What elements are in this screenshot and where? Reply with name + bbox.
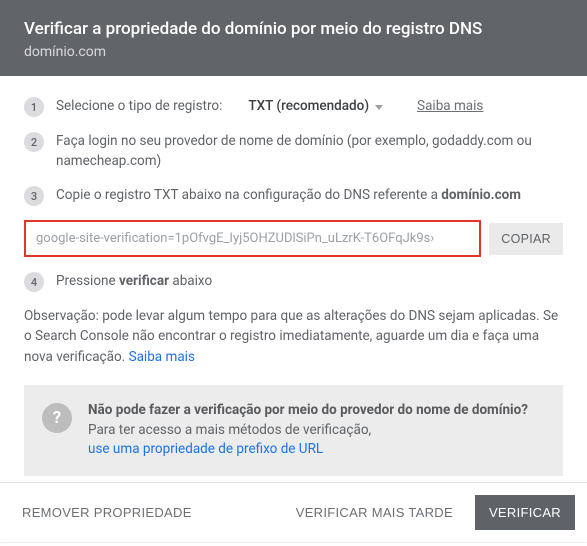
step-3-text: Copie o registro TXT abaixo na configura… (56, 185, 563, 206)
step-4-bold: verificar (119, 273, 169, 289)
note-learn-more-link[interactable]: Saiba mais (129, 349, 195, 365)
step-4-prefix: Pressione (56, 273, 119, 289)
note-text: Observação: pode levar algum tempo para … (24, 306, 563, 367)
record-type-value: TXT (recomendado) (248, 97, 369, 117)
step-number-icon: 3 (24, 186, 44, 206)
step-number-icon: 4 (24, 272, 44, 292)
step-4-suffix: abaixo (169, 273, 212, 289)
remove-property-button[interactable]: REMOVER PROPRIEDADE (12, 495, 202, 530)
step-4-text: Pressione verificar abaixo (56, 271, 563, 292)
dialog-footer: REMOVER PROPRIEDADE VERIFICAR MAIS TARDE… (0, 482, 587, 542)
verify-later-button[interactable]: VERIFICAR MAIS TARDE (286, 495, 463, 530)
step-3-domain: domínio.com (441, 187, 521, 203)
step-number-icon: 1 (24, 97, 44, 117)
info-box: ? Não pode fazer a verificação por meio … (24, 385, 563, 476)
code-row: google-site-verification=1pOfvgE_Iyj5OHZ… (24, 220, 563, 257)
step-3: 3 Copie o registro TXT abaixo na configu… (24, 185, 563, 206)
info-title: Não pode fazer a verificação por meio do… (88, 401, 528, 421)
verify-button[interactable]: VERIFICAR (475, 495, 575, 530)
url-prefix-link[interactable]: use uma propriedade de prefixo de URL (88, 441, 323, 457)
help-icon: ? (42, 403, 72, 433)
dialog-body: 1 Selecione o tipo de registro: TXT (rec… (0, 76, 587, 482)
note-prefix: Observação: pode levar algum tempo para … (24, 308, 558, 365)
chevron-down-icon (375, 105, 383, 110)
info-text: Não pode fazer a verificação por meio do… (88, 401, 528, 460)
dialog-domain: domínio.com (24, 44, 563, 60)
txt-record-input[interactable]: google-site-verification=1pOfvgE_Iyj5OHZ… (24, 220, 481, 257)
step-number-icon: 2 (24, 132, 44, 152)
copy-button[interactable]: COPIAR (489, 223, 563, 255)
info-line: Para ter acesso a mais métodos de verifi… (88, 421, 528, 441)
step-1-label: Selecione o tipo de registro: (56, 97, 222, 117)
step-2: 2 Faça login no seu provedor de nome de … (24, 131, 563, 171)
step-4: 4 Pressione verificar abaixo (24, 271, 563, 292)
dialog-title: Verificar a propriedade do domínio por m… (24, 18, 563, 40)
step-1-row: Selecione o tipo de registro: TXT (recom… (56, 96, 563, 117)
step-1: 1 Selecione o tipo de registro: TXT (rec… (24, 96, 563, 117)
learn-more-link[interactable]: Saiba mais (417, 97, 483, 117)
step-3-prefix: Copie o registro TXT abaixo na configura… (56, 187, 441, 203)
dialog-header: Verificar a propriedade do domínio por m… (0, 0, 587, 76)
verify-dialog: Verificar a propriedade do domínio por m… (0, 0, 587, 542)
record-type-select[interactable]: TXT (recomendado) (248, 97, 383, 117)
step-2-text: Faça login no seu provedor de nome de do… (56, 131, 563, 171)
